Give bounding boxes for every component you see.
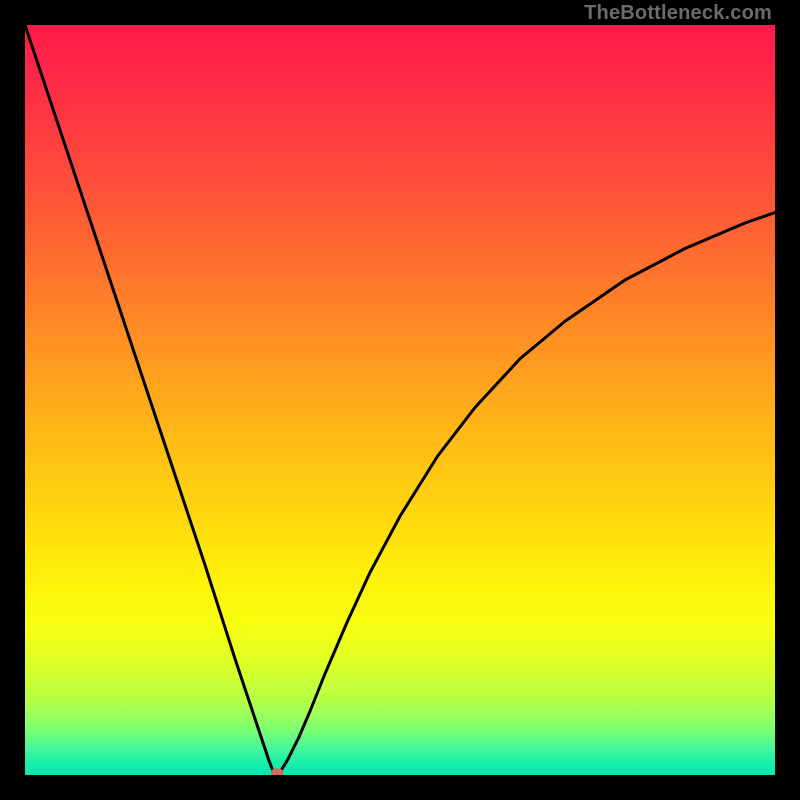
curve-layer (25, 25, 775, 775)
plot-area (25, 25, 775, 775)
bottleneck-curve (25, 25, 775, 775)
chart-frame: TheBottleneck.com (0, 0, 800, 800)
watermark-text: TheBottleneck.com (584, 2, 772, 25)
optimum-marker (271, 769, 283, 776)
